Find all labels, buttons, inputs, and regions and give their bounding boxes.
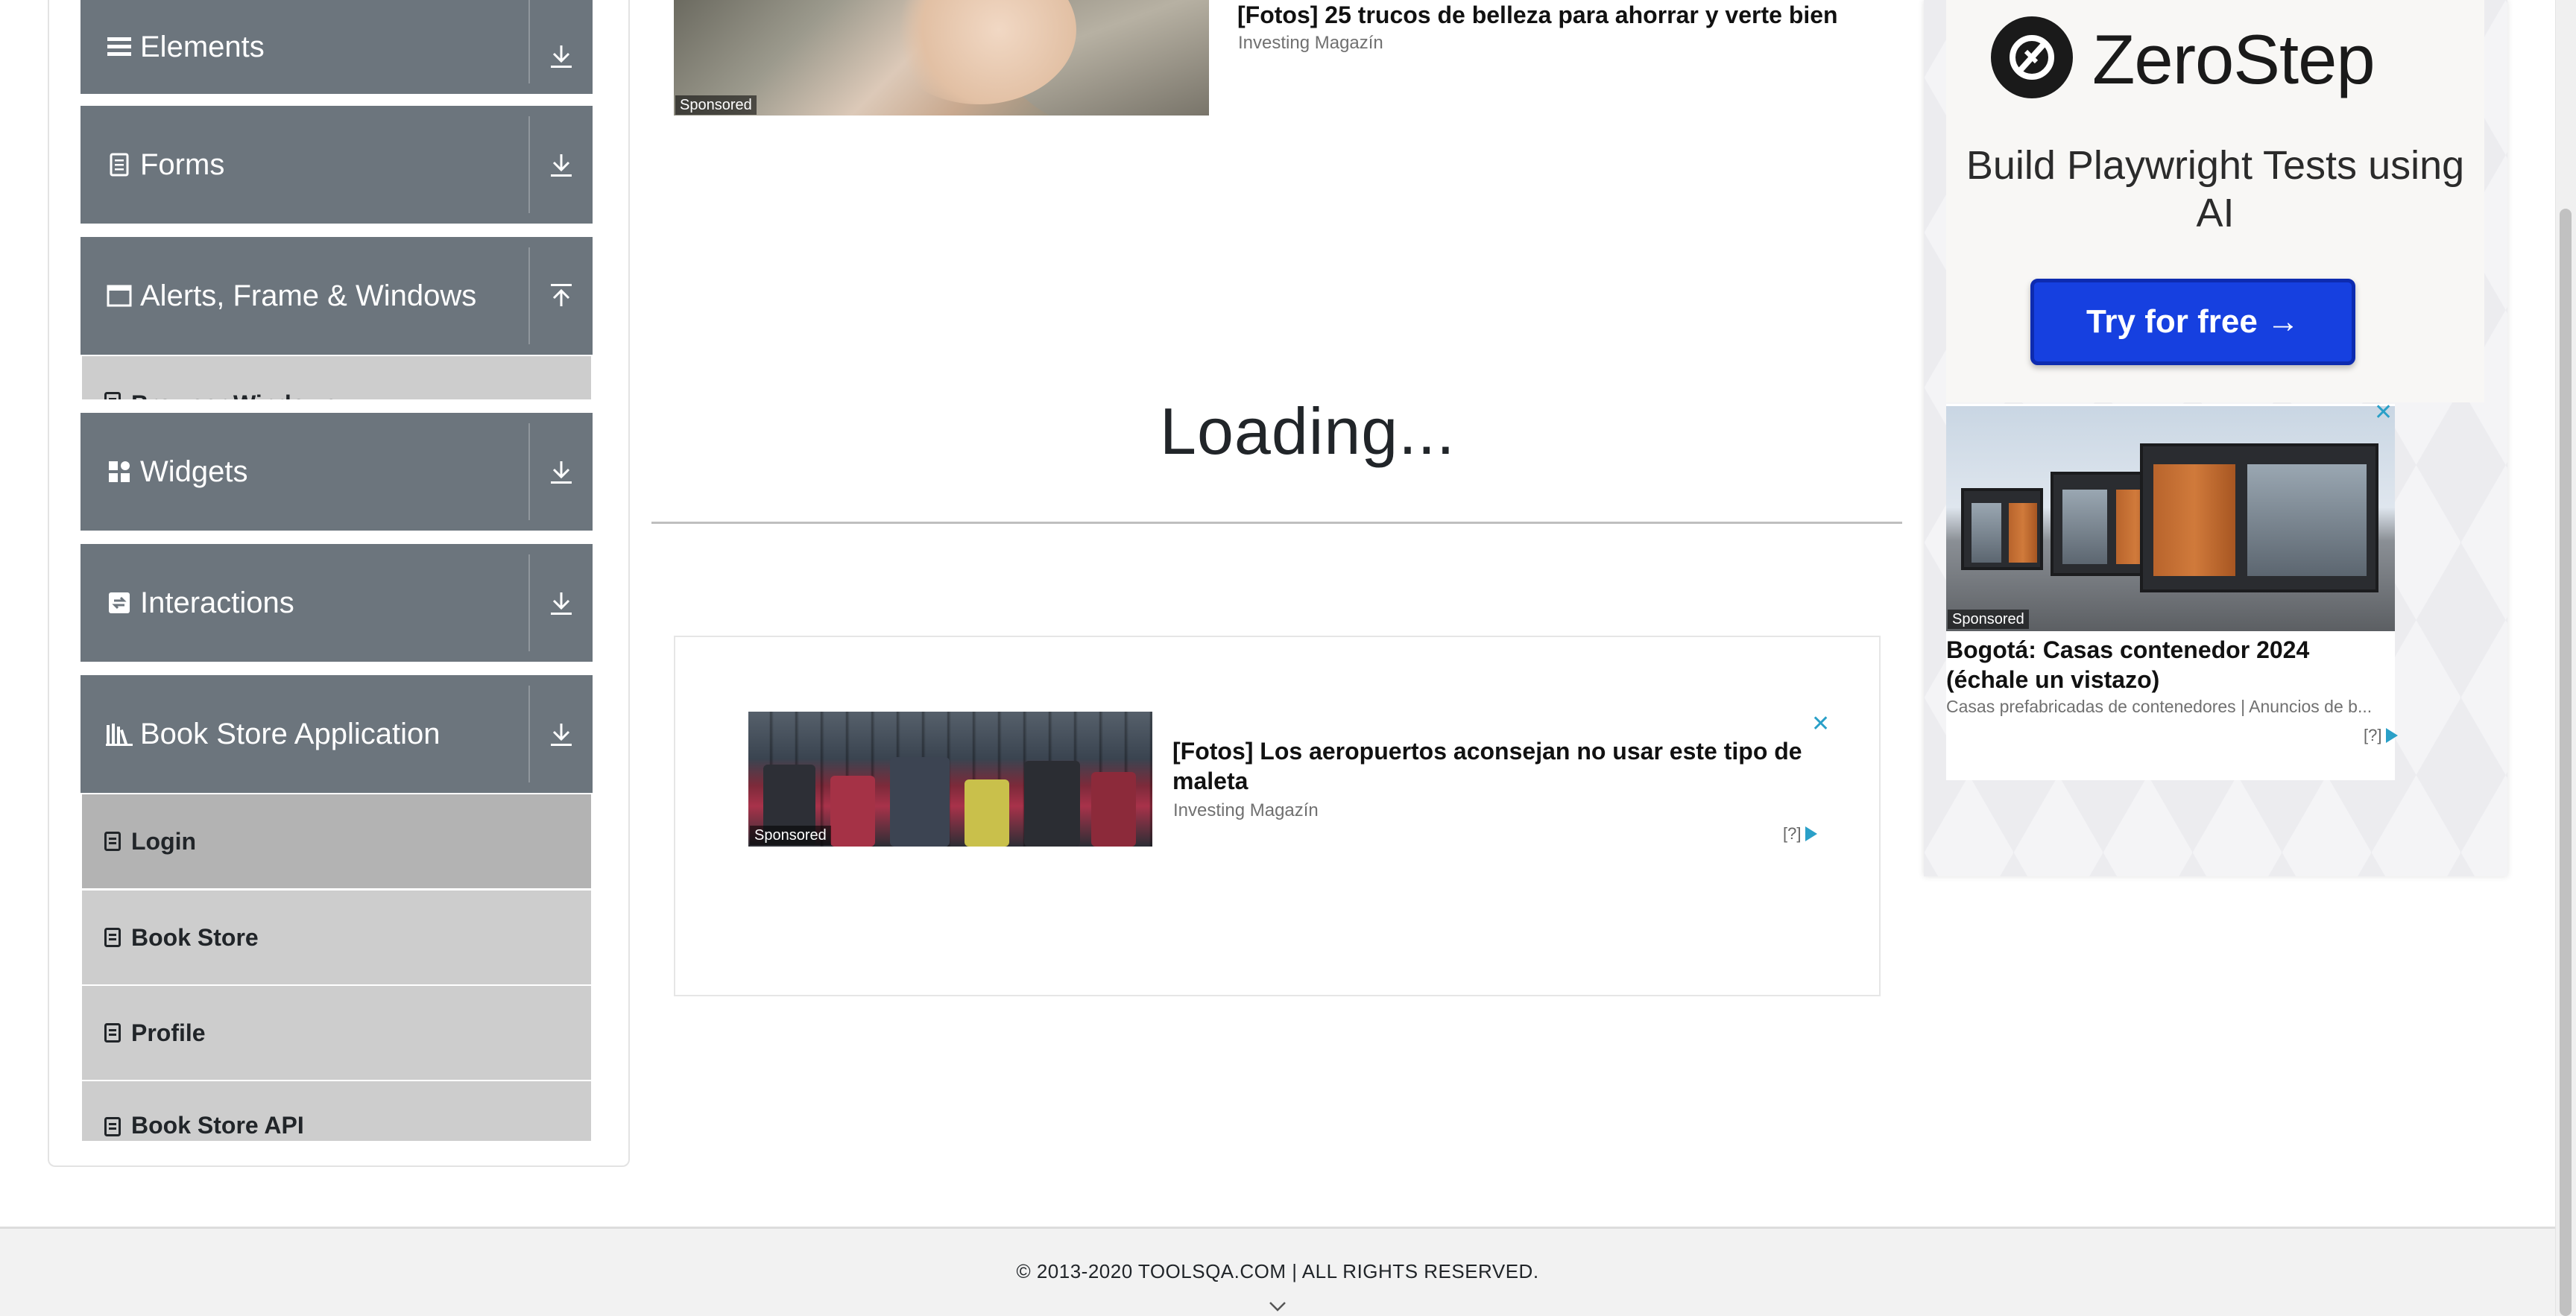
list-icon [103,390,122,399]
adchoices-text: [?] [1783,824,1802,843]
bookstore-icon [106,721,133,747]
zerostep-brand: ZeroStep [2092,20,2375,98]
group-elements-header[interactable]: Elements [80,0,593,94]
list-icon [103,926,122,949]
right-sponsored-ad[interactable]: Sponsored ✕ Bogotá: Casas contenedor 202… [1946,402,2399,780]
ad-image-detail [1091,772,1136,847]
sidebar-item-browser-windows[interactable]: Browser Windows [82,356,591,399]
ad-image-detail [890,757,950,847]
ad-image-detail [2062,490,2107,564]
sidebar-item-book-store-api[interactable]: Book Store API [82,1081,591,1141]
ad-image-detail [1024,761,1080,847]
download-icon[interactable] [546,457,576,487]
ad-source: Casas prefabricadas de contenedores | An… [1946,697,2373,716]
zerostep-tagline: Build Playwright Tests using AI [1966,143,2465,235]
close-icon[interactable]: ✕ [1811,713,1830,735]
list-icon [103,1116,122,1138]
download-icon[interactable] [546,719,576,749]
group-separator [528,686,530,782]
ad-source: Investing Magazín [1238,33,1383,53]
sponsored-label: Sponsored [1948,610,2029,629]
ad-image-detail [2153,464,2235,576]
sponsored-label: Sponsored [675,95,757,115]
ad-image-detail [965,779,1009,847]
adchoices-text: [?] [2364,726,2382,744]
content-divider [651,522,1902,524]
group-title: Alerts, Frame & Windows [140,279,477,312]
widgets-icon [106,458,133,485]
download-icon[interactable] [546,41,576,71]
sidebar-item-profile[interactable]: Profile [82,986,591,1080]
group-bookstore-header[interactable]: Book Store Application [80,675,593,793]
ad-image-detail [1972,503,2001,563]
group-separator [528,554,530,651]
download-icon[interactable] [546,150,576,180]
sidebar-item-login[interactable]: Login [82,794,591,888]
ad-title[interactable]: Bogotá: Casas contenedor 2024 (échale un… [1946,635,2395,695]
scrollbar-thumb[interactable] [2560,209,2572,1316]
zerostep-ad[interactable]: ZeroStep Build Playwright Tests using AI… [1946,0,2484,402]
group-title: Widgets [140,455,248,488]
ad-image-detail [830,776,875,847]
list-icon [103,1022,122,1044]
adchoices-icon [2386,728,2399,743]
window-icon [106,282,133,309]
page-footer: © 2013-2020 TOOLSQA.COM | ALL RIGHTS RES… [0,1227,2555,1316]
group-title: Forms [140,148,225,181]
ad-title[interactable]: [Fotos] 25 trucos de belleza para ahorra… [1237,0,1838,30]
group-separator [528,423,530,520]
close-icon[interactable]: ✕ [2374,402,2393,424]
group-widgets-header[interactable]: Widgets [80,413,593,531]
upload-icon[interactable] [546,281,576,311]
group-forms-header[interactable]: Forms [80,106,593,224]
group-alerts-header[interactable]: Alerts, Frame & Windows [80,237,593,355]
group-separator [528,0,530,83]
ad-image-detail [2009,503,2037,563]
ad-image-container-houses [1946,406,2395,631]
sidebar-item-book-store[interactable]: Book Store [82,890,591,984]
adchoices-icon [1805,826,1818,841]
hamburger-icon [106,34,133,60]
sidebar-item-label: Book Store API [131,1112,304,1139]
group-title: Elements [140,31,265,63]
ad-title[interactable]: [Fotos] Los aeropuertos aconsejan no usa… [1172,736,1813,796]
zerostep-logo-icon [1991,16,2073,98]
loading-text: Loading... [1160,394,1456,468]
ad-image-detail [2247,464,2367,576]
sponsored-label: Sponsored [750,826,831,845]
sidebar-item-label: Book Store [131,923,259,951]
group-separator [528,247,530,344]
sidebar-item-label: Profile [131,1019,206,1046]
try-for-free-button[interactable]: Try for free → [2030,279,2355,365]
interactions-icon [106,589,133,616]
sidebar-item-label: Login [131,827,197,855]
group-title: Book Store Application [140,718,441,750]
ad-image-detail [2140,443,2378,592]
download-icon[interactable] [546,588,576,618]
right-ad-column: ZeroStep Build Playwright Tests using AI… [1924,0,2507,876]
sidebar-item-label: Browser Windows [131,390,338,399]
adchoices-badge[interactable]: [?] [1783,824,1818,844]
chevron-down-icon[interactable] [1269,1297,1287,1315]
adchoices-badge[interactable]: [?] [2364,726,2399,745]
ad-image-detail [1961,488,2043,570]
ad-source: Investing Magazín [1173,800,1319,820]
list-icon [103,830,122,852]
group-separator [528,116,530,213]
form-icon [106,151,133,178]
group-title: Interactions [140,586,294,619]
group-interactions-header[interactable]: Interactions [80,544,593,662]
copyright-text: © 2013-2020 TOOLSQA.COM | ALL RIGHTS RES… [1016,1260,1539,1282]
